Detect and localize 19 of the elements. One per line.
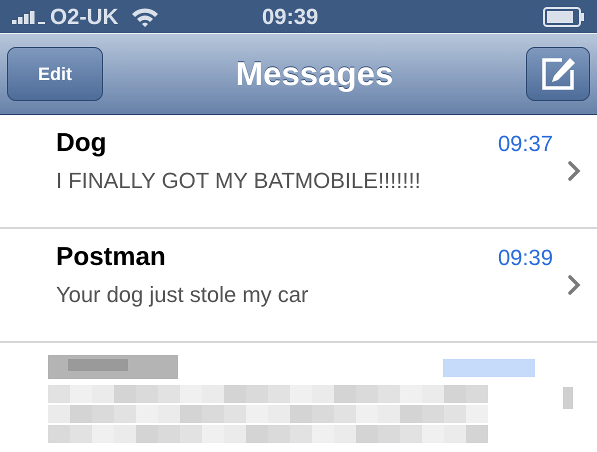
battery-icon: [543, 6, 585, 26]
contact-name: Postman: [56, 240, 166, 273]
signal-icon: [12, 10, 46, 24]
chevron-icon: [567, 160, 581, 182]
clock-time: 09:39: [262, 3, 318, 31]
message-preview: Your dog just stole my car: [56, 281, 310, 309]
compose-icon: [540, 56, 576, 92]
message-preview: I FINALLY GOT MY BATMOBILE!!!!!!!: [56, 167, 422, 195]
message-time: 09:37: [498, 130, 553, 158]
wifi-icon: [130, 6, 160, 28]
screen-title: Messages: [236, 54, 394, 94]
conversation-row[interactable]: Postman 09:39 Your dog just stole my car: [0, 229, 597, 343]
compose-button[interactable]: [526, 47, 590, 101]
conversation-row[interactable]: Dog 09:37 I FINALLY GOT MY BATMOBILE!!!!!!!: [0, 115, 597, 229]
message-time: 09:39: [498, 244, 553, 272]
chevron-icon: [567, 274, 581, 296]
contact-name: Dog: [56, 126, 107, 159]
edit-button[interactable]: Edit: [7, 47, 103, 101]
carrier-name: O2-UK: [50, 3, 118, 31]
